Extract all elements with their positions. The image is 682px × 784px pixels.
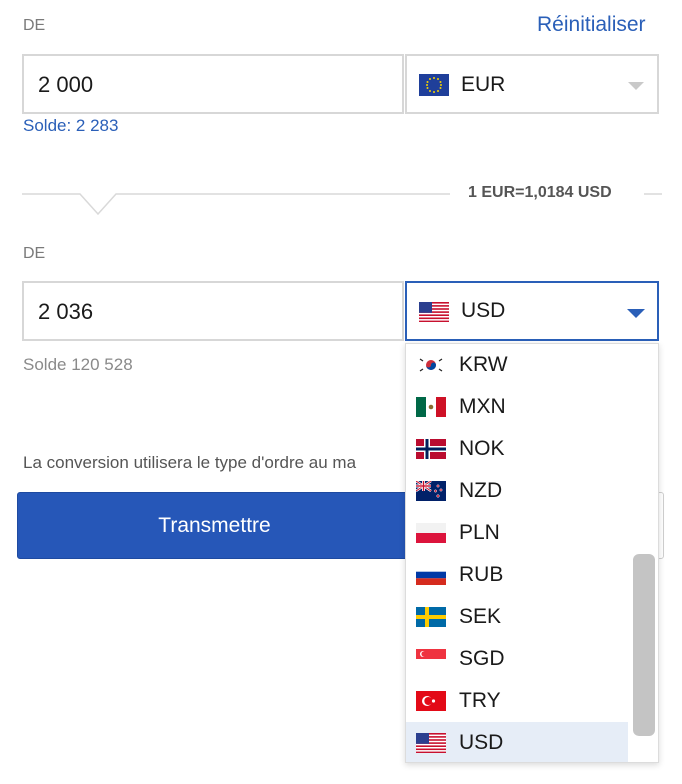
conversion-note: La conversion utilisera le type d'ordre … xyxy=(23,453,357,472)
south-korea-flag-icon xyxy=(416,355,446,375)
dropdown-item-usd[interactable]: USD xyxy=(406,722,628,762)
dropdown-item-pln[interactable]: PLN xyxy=(406,512,628,554)
usa-flag-icon xyxy=(419,302,449,327)
new-zealand-flag-icon xyxy=(416,481,446,501)
exchange-rate: 1 EUR=1,0184 USD xyxy=(468,184,612,201)
dropdown-item-nzd[interactable]: NZD xyxy=(406,470,628,512)
submit-button[interactable]: Transmettre xyxy=(17,492,412,559)
singapore-flag-icon xyxy=(416,649,446,669)
currency-dropdown[interactable]: KRW MXN NOK NZD PLN RUB SEK SGD TRY USD xyxy=(405,343,659,763)
to-amount-value: 2 036 xyxy=(38,299,94,324)
dropdown-item-krw[interactable]: KRW xyxy=(406,344,628,386)
to-amount-input[interactable]: 2 036 xyxy=(22,281,404,341)
dropdown-scrollbar[interactable] xyxy=(633,554,655,736)
dropdown-item-label: USD xyxy=(459,731,504,754)
from-currency-select[interactable]: EUR xyxy=(405,54,659,114)
dropdown-item-rub[interactable]: RUB xyxy=(406,554,628,596)
dropdown-item-nok[interactable]: NOK xyxy=(406,428,628,470)
from-amount-input[interactable]: 2 000 xyxy=(22,54,404,114)
from-amount-value: 2 000 xyxy=(38,72,94,97)
to-label: DE xyxy=(23,245,46,262)
dropdown-item-try[interactable]: TRY xyxy=(406,680,628,722)
chevron-down-icon xyxy=(628,82,644,90)
dropdown-item-label: NOK xyxy=(459,437,505,460)
usa-flag-icon xyxy=(416,733,446,753)
from-balance: Solde: 2 283 xyxy=(23,116,119,135)
dropdown-item-label: SEK xyxy=(459,605,502,628)
russia-flag-icon xyxy=(416,565,446,585)
eu-flag-icon xyxy=(419,74,449,101)
dropdown-item-sgd[interactable]: SGD xyxy=(406,638,628,680)
poland-flag-icon xyxy=(416,523,446,543)
dropdown-item-label: TRY xyxy=(459,689,501,712)
from-currency-value: EUR xyxy=(461,73,506,96)
dropdown-item-label: RUB xyxy=(459,563,504,586)
dropdown-item-sek[interactable]: SEK xyxy=(406,596,628,638)
dropdown-item-label: PLN xyxy=(459,521,500,544)
norway-flag-icon xyxy=(416,439,446,459)
mexico-flag-icon xyxy=(416,397,446,417)
to-balance: Solde 120 528 xyxy=(23,355,133,374)
from-label: DE xyxy=(23,17,46,34)
to-currency-value: USD xyxy=(461,299,506,322)
chevron-down-icon xyxy=(627,309,645,318)
dropdown-item-label: KRW xyxy=(459,353,508,376)
dropdown-item-mxn[interactable]: MXN xyxy=(406,386,628,428)
sweden-flag-icon xyxy=(416,607,446,627)
turkey-flag-icon xyxy=(416,691,446,711)
to-currency-select[interactable]: USD xyxy=(405,281,659,341)
dropdown-item-label: SGD xyxy=(459,647,505,670)
reset-link[interactable]: Réinitialiser xyxy=(537,13,646,37)
dropdown-item-label: MXN xyxy=(459,395,506,418)
dropdown-item-label: NZD xyxy=(459,479,503,502)
